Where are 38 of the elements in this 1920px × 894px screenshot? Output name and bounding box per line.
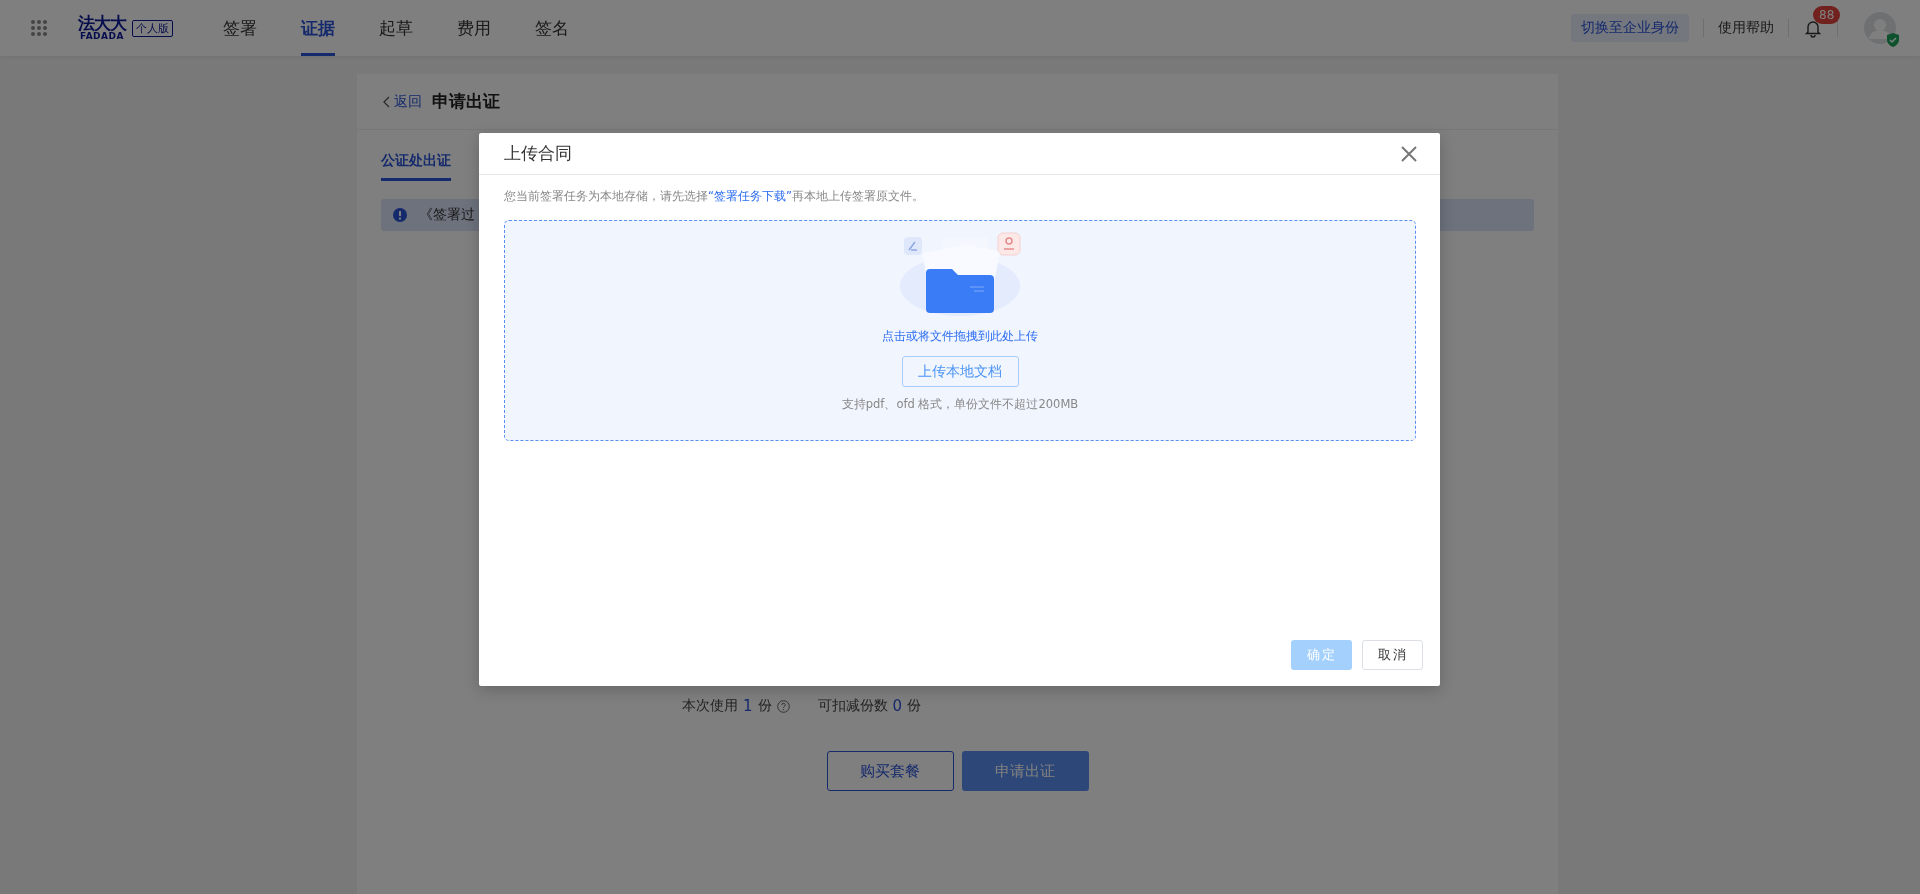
notification-badge: 88 [1813,6,1841,24]
page-title: 申请出证 [432,90,500,113]
help-icon[interactable] [776,699,790,713]
nav-tab[interactable]: 签署 [223,0,257,56]
download-task-link[interactable]: “签署任务下载” [708,189,792,203]
nav-tab[interactable]: 费用 [457,0,491,56]
switch-identity-button[interactable]: 切换至企业身份 [1571,14,1689,42]
logo-subtitle: FADADA [80,32,124,41]
verified-shield-icon [1887,33,1899,47]
deductible-label: 可扣减份数 [817,697,888,715]
buy-package-button[interactable]: 购买套餐 [826,751,954,791]
exclamation-icon [393,208,407,222]
bell-icon[interactable] [1803,18,1823,38]
usage-count: 1 [743,697,753,715]
apps-grid-icon[interactable] [30,19,48,37]
nav-tab[interactable]: 签名 [535,0,569,56]
avatar-icon[interactable] [1864,12,1896,44]
alert-text: 《签署过 [419,206,475,224]
unit-label: 份 [907,697,922,715]
help-link[interactable]: 使用帮助 [1718,19,1774,37]
deductible-count: 0 [892,697,903,715]
cancel-button[interactable]: 取消 [1362,640,1423,670]
format-hint: 支持pdf、ofd 格式，单份文件不超过200MB [841,397,1079,412]
dialog-title: 上传合同 [504,142,572,165]
upload-dropzone[interactable]: 点击或将文件拖拽到此处上传 上传本地文档 支持pdf、ofd 格式，单份文件不超过200MB [504,220,1416,441]
notice-text: 您当前签署任务为本地存储，请先选择“签署任务下载”再本地上传签署原文件。 [504,189,925,204]
drop-hint: 点击或将文件拖拽到此处上传 [882,329,1038,344]
chevron-left-icon [383,95,391,108]
page-tab[interactable]: 公证处出证 [381,152,451,181]
back-link[interactable]: 返回 [383,92,422,111]
nav-tab[interactable]: 起草 [379,0,413,56]
nav-tab[interactable]: 证据 [301,0,335,56]
unit-label: 份 [757,697,772,715]
usage-label: 本次使用 [682,697,738,715]
logo-name: 法大大 [78,15,126,32]
edition-tag: 个人版 [132,19,173,37]
upload-local-button[interactable]: 上传本地文档 [901,356,1019,387]
apply-button[interactable]: 申请出证 [961,751,1089,791]
